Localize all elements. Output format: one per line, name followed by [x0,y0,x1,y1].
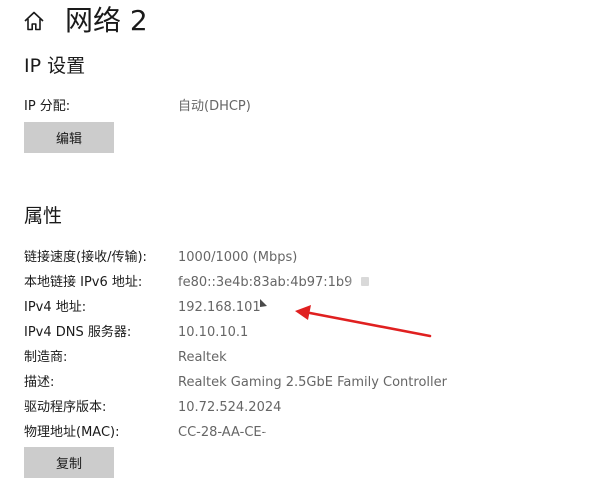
annotation-arrow [295,305,432,338]
annotation-arrow-head [295,305,311,320]
annotation-arrow-line [308,311,432,338]
